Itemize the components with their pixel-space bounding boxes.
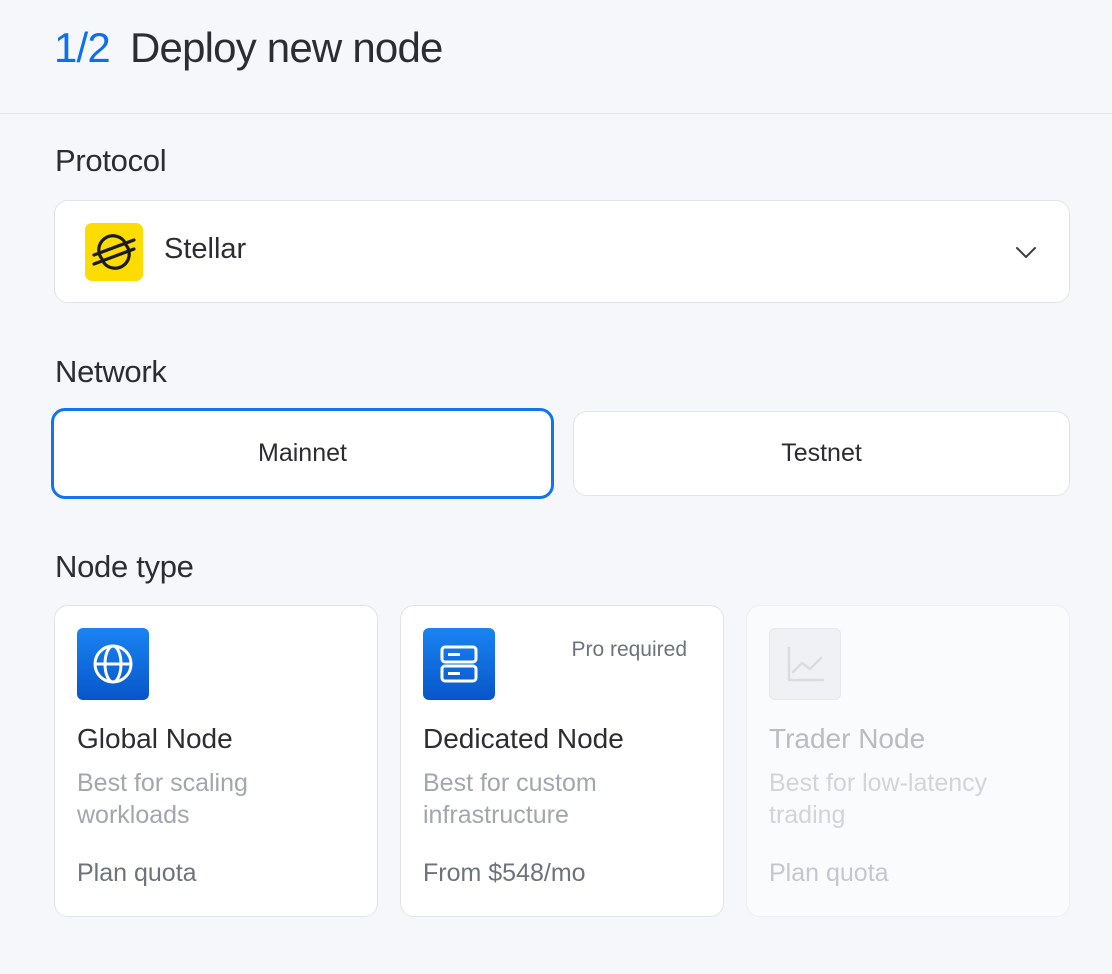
node-card-global[interactable]: Global Node Best for scaling workloads P… xyxy=(54,605,378,917)
node-card-price: From $548/mo xyxy=(423,859,586,887)
node-card-title: Trader Node xyxy=(769,723,926,754)
node-card-description: Best for low-latency trading xyxy=(769,769,988,829)
protocol-label: Protocol xyxy=(55,143,167,178)
node-card-title: Global Node xyxy=(77,723,233,754)
chevron-down-icon xyxy=(1016,247,1036,258)
pro-required-badge: Pro required xyxy=(571,638,687,661)
page-title: 1/2 Deploy new node xyxy=(54,24,443,72)
node-card-title: Dedicated Node xyxy=(423,723,624,754)
protocol-select[interactable]: Stellar xyxy=(54,200,1070,303)
stellar-logo-icon xyxy=(85,223,143,281)
globe-icon xyxy=(77,628,149,700)
node-card-price: Plan quota xyxy=(77,859,197,887)
protocol-selected-value: Stellar xyxy=(164,233,247,265)
network-option-mainnet[interactable]: Mainnet xyxy=(51,408,554,499)
chart-line-icon xyxy=(769,628,841,700)
server-icon xyxy=(423,628,495,700)
network-label: Network xyxy=(55,354,167,389)
network-option-testnet[interactable]: Testnet xyxy=(573,411,1070,496)
node-type-label: Node type xyxy=(55,549,194,584)
node-card-price: Plan quota xyxy=(769,859,889,887)
node-card-trader: Trader Node Best for low-latency trading… xyxy=(746,605,1070,917)
node-card-dedicated[interactable]: Pro required Dedicated Node Best for cus… xyxy=(400,605,724,917)
node-card-description: Best for custom infrastructure xyxy=(423,769,597,829)
page-header: 1/2 Deploy new node xyxy=(0,0,1112,114)
page-title-text: Deploy new node xyxy=(130,24,443,71)
step-indicator: 1/2 xyxy=(54,24,111,71)
node-card-description: Best for scaling workloads xyxy=(77,769,248,829)
